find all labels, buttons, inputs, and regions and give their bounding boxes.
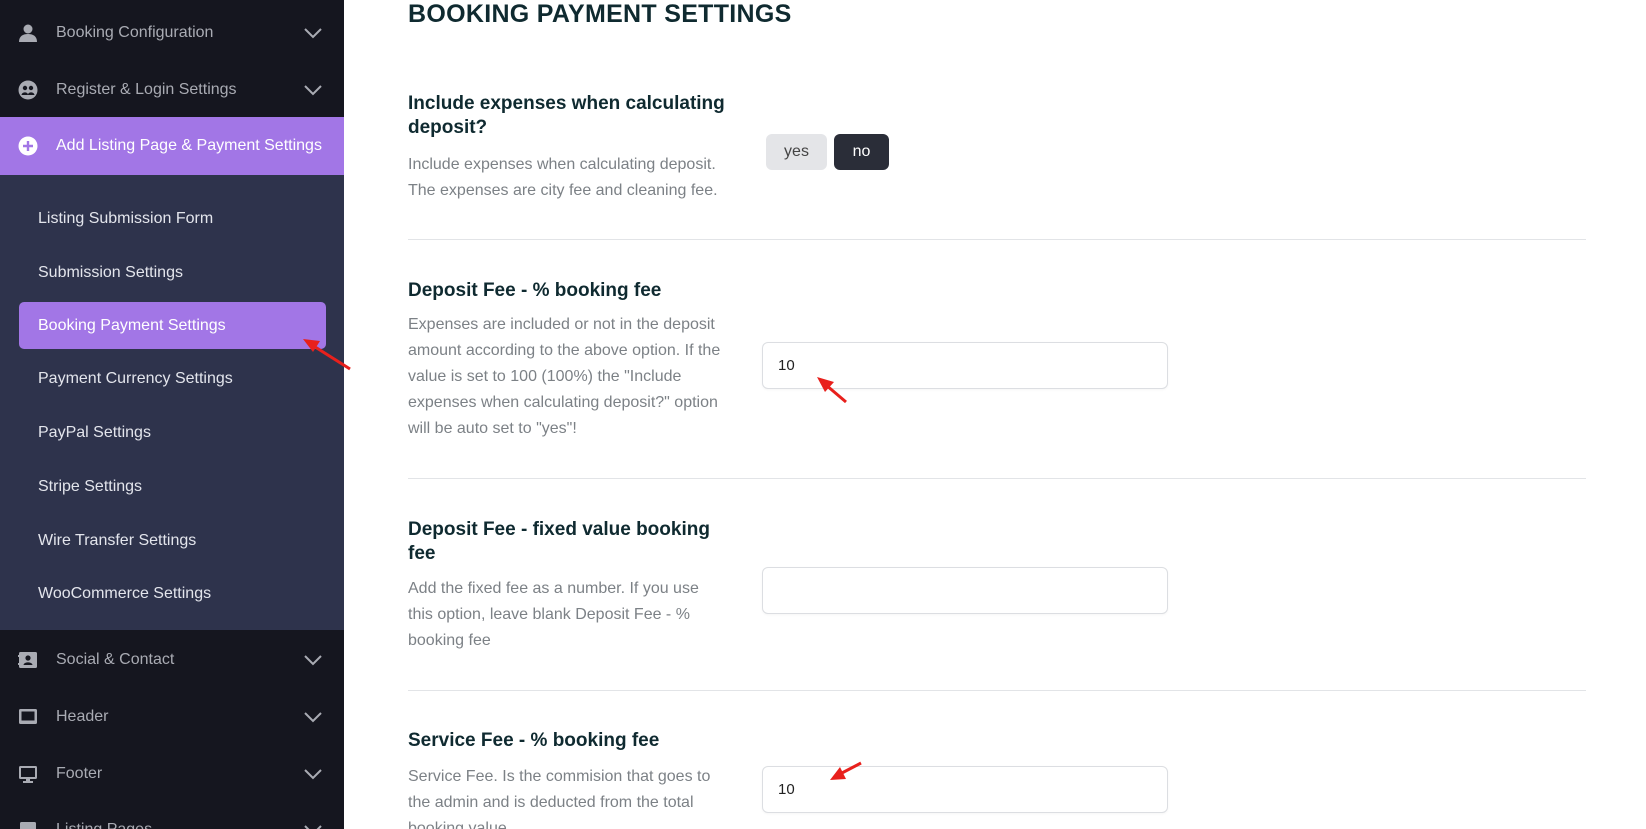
submenu-item-label: Listing Submission Form [38,209,214,227]
submenu-item-payment-currency-settings[interactable]: Payment Currency Settings [19,355,326,402]
chevron-down-icon [304,768,322,779]
chevron-down-icon [304,824,322,829]
section-title: Service Fee - % booking fee [408,730,660,751]
section-divider [408,478,1586,479]
contact-card-icon [17,649,39,671]
sidebar-item-header[interactable]: Header [0,688,344,745]
section-description: Service Fee. Is the commision that goes … [408,768,711,829]
sidebar-item-label: Register & Login Settings [56,80,237,98]
submenu-item-paypal-settings[interactable]: PayPal Settings [19,409,326,456]
main-content: BOOKING PAYMENT SETTINGS Include expense… [344,0,1646,829]
user-icon [17,22,39,44]
toggle-no-button[interactable]: no [834,134,889,170]
deposit-fee-fixed-input[interactable] [762,567,1168,614]
chevron-down-icon [304,84,322,95]
sidebar-item-label: Footer [56,764,103,782]
sidebar-item-label: Listing Pages [56,820,153,829]
chevron-down-icon [304,654,322,665]
deposit-fee-percent-input[interactable] [762,342,1168,389]
chevron-down-icon [304,27,322,38]
sidebar-item-label: Booking Configuration [56,23,214,41]
submenu-item-label: Submission Settings [38,263,183,281]
sidebar-item-footer[interactable]: Footer [0,745,344,802]
submenu-item-submission-settings[interactable]: Submission Settings [19,249,326,296]
toggle-yes-button[interactable]: yes [766,134,827,170]
sidebar-item-add-listing-payment-settings[interactable]: Add Listing Page & Payment Settings [0,117,344,175]
sidebar-item-register-login-settings[interactable]: Register & Login Settings [0,61,344,118]
submenu-item-stripe-settings[interactable]: Stripe Settings [19,463,326,510]
sidebar-item-listing-pages[interactable]: Listing Pages [0,801,344,829]
submenu-item-label: Payment Currency Settings [38,369,233,387]
monitor-icon [17,763,39,785]
sidebar-item-label: Header [56,707,109,725]
sidebar: Booking Configuration Register & Login S… [0,0,344,829]
sidebar-item-social-contact[interactable]: Social & Contact [0,631,344,688]
submenu-item-label: Stripe Settings [38,477,143,495]
section-title: Deposit Fee - fixed value booking fee [408,519,710,564]
section-description: Include expenses when calculating deposi… [408,156,718,199]
chevron-down-icon [304,711,322,722]
section-description: Expenses are included or not in the depo… [408,316,721,437]
sidebar-item-booking-configuration[interactable]: Booking Configuration [0,4,344,61]
section-divider [408,690,1586,691]
users-icon [17,79,39,101]
submenu-item-woocommerce-settings[interactable]: WooCommerce Settings [19,570,326,617]
plus-circle-icon [17,135,39,157]
submenu-item-wire-transfer-settings[interactable]: Wire Transfer Settings [19,517,326,564]
section-divider [408,239,1586,240]
submenu-item-label: Wire Transfer Settings [38,531,197,549]
laptop-icon [17,706,39,728]
section-title: Include expenses when calculating deposi… [408,93,725,138]
submenu-item-label: WooCommerce Settings [38,584,212,602]
service-fee-percent-input[interactable] [762,766,1168,813]
section-title: Deposit Fee - % booking fee [408,280,662,301]
sidebar-item-label: Social & Contact [56,650,175,668]
section-description: Add the fixed fee as a number. If you us… [408,580,699,649]
submenu-item-label: Booking Payment Settings [38,316,226,334]
submenu-item-label: PayPal Settings [38,423,151,441]
page-title: BOOKING PAYMENT SETTINGS [408,0,792,28]
submenu-panel: Listing Submission Form Submission Setti… [0,175,344,630]
submenu-item-booking-payment-settings[interactable]: Booking Payment Settings [19,302,326,349]
page-icon [17,819,39,829]
sidebar-item-label: Add Listing Page & Payment Settings [56,137,322,154]
submenu-item-listing-submission-form[interactable]: Listing Submission Form [19,195,326,242]
